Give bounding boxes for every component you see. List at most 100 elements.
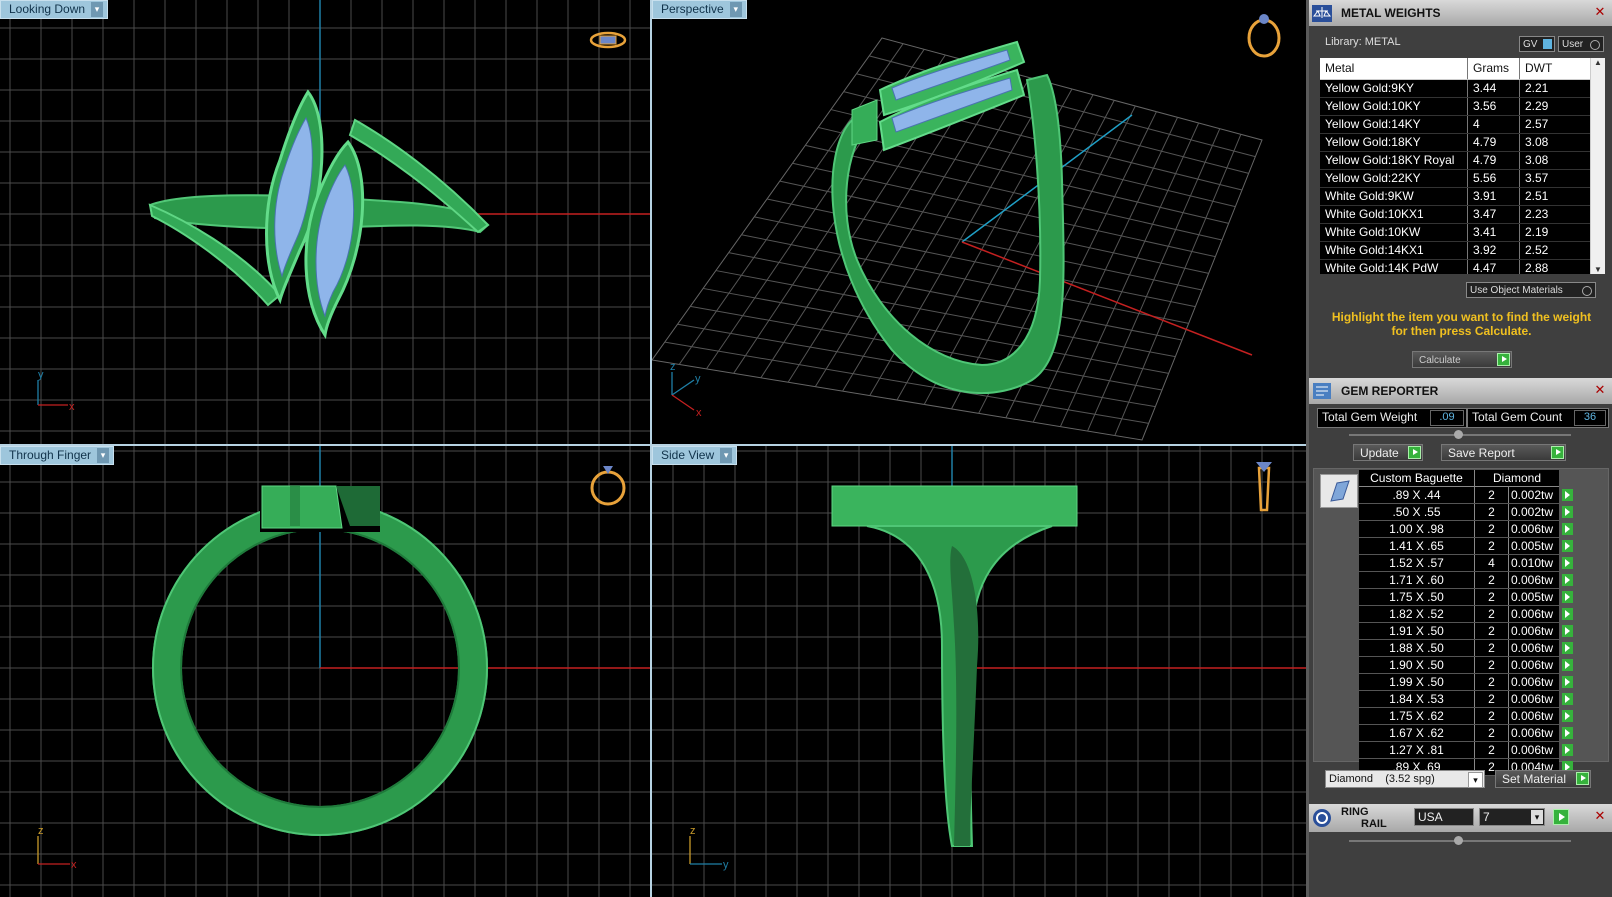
metal-table[interactable]: Metal Grams DWT Yellow Gold:9KY 3.44 2.21 Y…	[1320, 58, 1605, 274]
close-icon[interactable]: ✕	[1594, 5, 1606, 18]
gv-toggle[interactable]: GV	[1519, 36, 1555, 52]
use-object-materials-checkbox[interactable]: Use Object Materials	[1466, 282, 1596, 298]
gem-row[interactable]: 1.41 X .65 2 0.005tw	[1359, 538, 1573, 555]
select-gem-button[interactable]	[1562, 659, 1573, 671]
save-report-button[interactable]: Save Report	[1441, 444, 1566, 461]
gem-size-cell: .89 X .44	[1359, 487, 1475, 503]
gem-weight-cell-text: 0.002tw	[1511, 488, 1554, 502]
viewport-looking-down[interactable]: y x Looking Down ▾	[0, 0, 650, 444]
metal-name-cell: White Gold:10KX1	[1320, 206, 1468, 223]
select-gem-button[interactable]	[1562, 744, 1573, 756]
collapse-slider[interactable]	[1349, 430, 1571, 439]
gem-row[interactable]: 1.99 X .50 2 0.006tw	[1359, 674, 1573, 691]
viewport-label-looking-down[interactable]: Looking Down ▾	[0, 0, 109, 19]
select-gem-button[interactable]	[1562, 710, 1573, 722]
scroll-up-icon[interactable]: ▲	[1591, 58, 1605, 67]
table-row[interactable]: White Gold:10KX1 3.47 2.23	[1320, 206, 1605, 224]
gem-row[interactable]: 1.27 X .81 2 0.006tw	[1359, 742, 1573, 759]
ring-size-select[interactable]: 7 ▾	[1479, 808, 1545, 826]
gem-row[interactable]: .50 X .55 2 0.002tw	[1359, 504, 1573, 521]
gem-row[interactable]: 1.88 X .50 2 0.006tw	[1359, 640, 1573, 657]
table-row[interactable]: White Gold:14KX1 3.92 2.52	[1320, 242, 1605, 260]
gem-row[interactable]: 1.52 X .57 4 0.010tw	[1359, 555, 1573, 572]
select-gem-button[interactable]	[1562, 540, 1573, 552]
viewport-perspective[interactable]: z y x Perspective ▾	[652, 0, 1306, 444]
table-row[interactable]: Yellow Gold:10KY 3.56 2.29	[1320, 98, 1605, 116]
ring-rail-go-button[interactable]	[1553, 809, 1569, 825]
gem-row[interactable]: 1.91 X .50 2 0.006tw	[1359, 623, 1573, 640]
table-row[interactable]: Yellow Gold:18KY 4.79 3.08	[1320, 134, 1605, 152]
viewport-divider-vertical[interactable]	[650, 0, 652, 897]
select-gem-button[interactable]	[1562, 557, 1573, 569]
select-gem-button[interactable]	[1562, 489, 1573, 501]
select-gem-button[interactable]	[1562, 523, 1573, 535]
viewport-divider-horizontal[interactable]	[0, 444, 1306, 446]
table-row[interactable]: Yellow Gold:9KY 3.44 2.21	[1320, 80, 1605, 98]
ring-rail-title-line1: RING	[1341, 806, 1369, 818]
chevron-down-icon[interactable]: ▾	[91, 2, 104, 17]
gem-row[interactable]: 1.00 X .98 2 0.006tw	[1359, 521, 1573, 538]
ring-rail-slider[interactable]	[1349, 836, 1571, 845]
select-gem-button[interactable]	[1562, 608, 1573, 620]
gem-weight-cell: 0.006tw	[1509, 606, 1573, 622]
table-row[interactable]: Yellow Gold:22KY 5.56 3.57	[1320, 170, 1605, 188]
metal-name-cell: Yellow Gold:18KY Royal	[1320, 152, 1468, 169]
ring-standard-field[interactable]: USA	[1414, 808, 1474, 826]
select-gem-button[interactable]	[1562, 574, 1573, 586]
chevron-down-icon[interactable]: ▾	[720, 448, 733, 463]
user-toggle[interactable]: User	[1558, 36, 1604, 52]
select-gem-button[interactable]	[1562, 727, 1573, 739]
select-gem-button[interactable]	[1562, 506, 1573, 518]
gem-row[interactable]: 1.90 X .50 2 0.006tw	[1359, 657, 1573, 674]
column-header-grams[interactable]: Grams	[1468, 58, 1520, 79]
ring-view-icon	[590, 466, 626, 506]
chevron-down-icon[interactable]: ▾	[1531, 810, 1543, 824]
gem-row[interactable]: 1.84 X .53 2 0.006tw	[1359, 691, 1573, 708]
select-gem-button[interactable]	[1562, 625, 1573, 637]
metal-instruction: Highlight the item you want to find the …	[1331, 310, 1592, 338]
gem-count-cell: 2	[1475, 589, 1509, 605]
update-button[interactable]: Update	[1353, 444, 1423, 461]
material-select[interactable]: Diamond (3.52 spg) ▾	[1325, 770, 1485, 788]
gem-row[interactable]: 1.75 X .50 2 0.005tw	[1359, 589, 1573, 606]
table-row[interactable]: White Gold:14K PdW 4.47 2.88	[1320, 260, 1605, 274]
table-row[interactable]: White Gold:9KW 3.91 2.51	[1320, 188, 1605, 206]
select-gem-button[interactable]	[1562, 642, 1573, 654]
gem-count-cell-text: 2	[1488, 726, 1495, 740]
axis-y-letter: y	[695, 373, 701, 385]
viewport-label-through-finger[interactable]: Through Finger ▾	[0, 446, 115, 465]
set-material-button[interactable]: Set Material	[1495, 770, 1591, 788]
select-gem-button[interactable]	[1562, 591, 1573, 603]
viewport-label-side-view[interactable]: Side View ▾	[652, 446, 738, 465]
chevron-down-icon[interactable]: ▾	[729, 2, 742, 17]
metal-table-scrollbar[interactable]: ▲ ▼	[1590, 58, 1605, 274]
chevron-down-icon[interactable]: ▾	[97, 448, 110, 463]
select-gem-button[interactable]	[1562, 676, 1573, 688]
baguette-gem-icon[interactable]	[1320, 474, 1358, 508]
chevron-down-icon[interactable]: ▾	[1468, 772, 1483, 788]
table-row[interactable]: Yellow Gold:18KY Royal 4.79 3.08	[1320, 152, 1605, 170]
gem-row[interactable]: 1.71 X .60 2 0.006tw	[1359, 572, 1573, 589]
viewport-label-perspective[interactable]: Perspective ▾	[652, 0, 747, 19]
scroll-down-icon[interactable]: ▼	[1591, 265, 1605, 274]
column-header-dwt[interactable]: DWT	[1520, 58, 1582, 79]
table-row[interactable]: Yellow Gold:14KY 4 2.57	[1320, 116, 1605, 134]
gem-row[interactable]: 1.67 X .62 2 0.006tw	[1359, 725, 1573, 742]
table-row[interactable]: White Gold:10KW 3.41 2.19	[1320, 224, 1605, 242]
ring-standard-value: USA	[1418, 810, 1443, 824]
gem-size-cell: 1.27 X .81	[1359, 742, 1475, 758]
close-icon[interactable]: ✕	[1594, 383, 1606, 396]
column-header-metal[interactable]: Metal	[1320, 58, 1468, 79]
gem-row[interactable]: 1.75 X .62 2 0.006tw	[1359, 708, 1573, 725]
viewport-through-finger[interactable]: z x Through Finger ▾	[0, 446, 650, 897]
select-gem-button[interactable]	[1562, 693, 1573, 705]
gem-row[interactable]: .89 X .44 2 0.002tw	[1359, 487, 1573, 504]
gem-weight-cell: 0.006tw	[1509, 657, 1573, 673]
gem-count-cell-text: 2	[1488, 522, 1495, 536]
ring-top-view	[148, 89, 490, 340]
viewport-side-view[interactable]: z y Side View ▾	[652, 446, 1306, 897]
calculate-button[interactable]: Calculate	[1412, 351, 1512, 368]
gem-table[interactable]: Custom Baguette Diamond .89 X .44 2 0.002t…	[1359, 470, 1573, 776]
close-icon[interactable]: ✕	[1594, 809, 1606, 822]
gem-row[interactable]: 1.82 X .52 2 0.006tw	[1359, 606, 1573, 623]
